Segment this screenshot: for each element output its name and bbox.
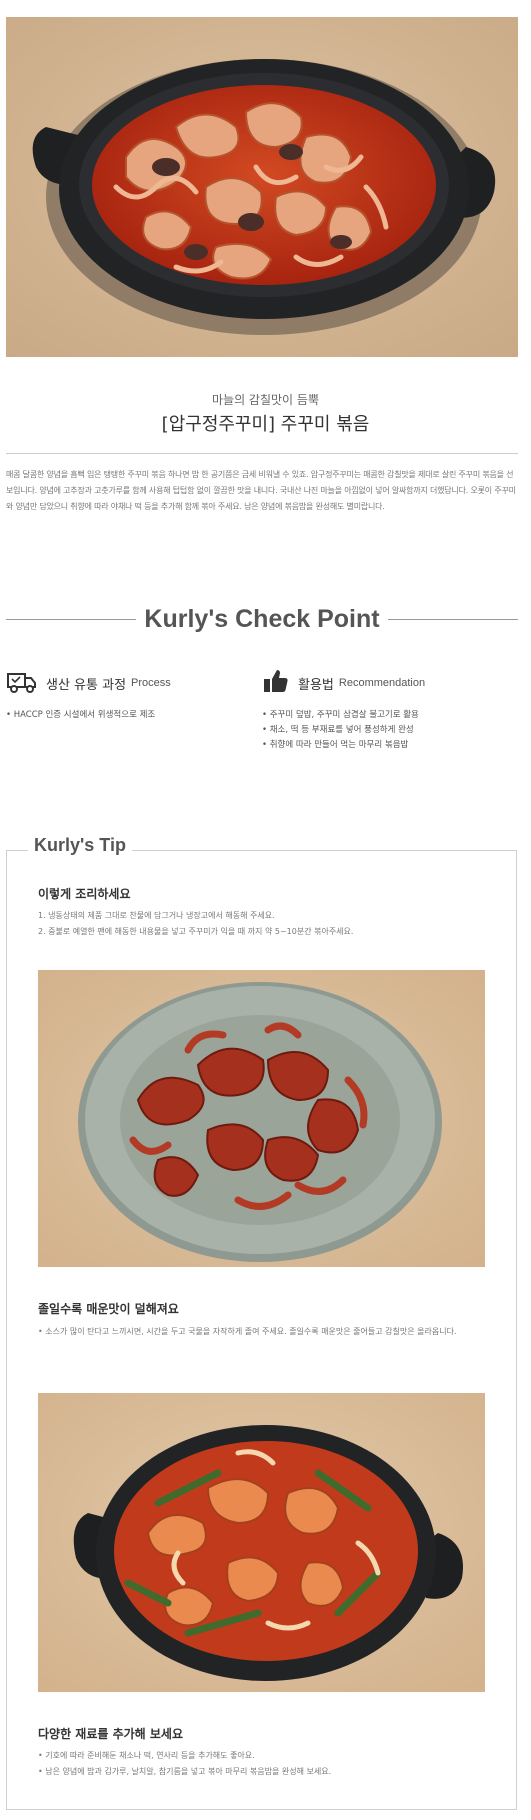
process-title-en: Process xyxy=(131,677,171,689)
product-subtitle: 마늘의 감칠맛이 듬뿍 xyxy=(212,393,319,407)
process-list: • HACCP 인증 시설에서 위생적으로 제조 xyxy=(6,708,246,723)
delivery-truck-icon xyxy=(6,667,38,699)
product-description: 매콤 달콤한 양념을 흠뻑 입은 탱탱한 주꾸미 볶음 하나면 밥 한 공기쯤은… xyxy=(6,470,516,511)
tip-item: 1. 냉동상태의 제품 그대로 찬물에 담그거나 냉장고에서 해동해 주세요. xyxy=(38,911,275,920)
check-point-recommendation: 활용법 Recommendation • 주꾸미 덮밥, 주꾸미 삼겹살 불고기… xyxy=(262,668,522,753)
recommendation-heading: 활용법 Recommendation xyxy=(262,668,522,698)
tip-list-add: • 기호에 따라 준비해둔 채소나 떡, 연사리 등을 추가해도 좋아요. • … xyxy=(38,1748,488,1780)
check-point-header: Kurly's Check Point xyxy=(6,602,519,636)
tip-heading-add: 다양한 재료를 추가해 보세요 xyxy=(38,1727,184,1741)
title-divider xyxy=(6,453,518,454)
tip-list-cooking: 1. 냉동상태의 제품 그대로 찬물에 담그거나 냉장고에서 해동해 주세요. … xyxy=(38,908,488,940)
process-heading: 생산 유통 과정 Process xyxy=(6,668,246,698)
product-title: [압구정주꾸미] 주꾸미 볶음 xyxy=(161,414,370,435)
check-point-line-right xyxy=(387,618,519,620)
tip-item: 2. 중불로 예열한 팬에 해동한 내용물을 넣고 주꾸미가 익을 때 까지 약… xyxy=(38,927,354,936)
recommendation-item: • 채소, 떡 등 부재료를 넣어 풍성하게 완성 xyxy=(262,725,414,735)
check-point-process: 생산 유통 과정 Process • HACCP 인증 시설에서 위생적으로 제… xyxy=(6,668,246,723)
check-point-title: Kurly's Check Point xyxy=(144,604,380,633)
tip-heading-cooking: 이렇게 조리하세요 xyxy=(38,887,131,901)
recommendation-title-en: Recommendation xyxy=(338,677,426,689)
recommendation-list: • 주꾸미 덮밥, 주꾸미 삼겹살 불고기로 활용 • 채소, 떡 등 부재료를… xyxy=(262,708,522,753)
tip-item: • 기호에 따라 준비해둔 채소나 떡, 연사리 등을 추가해도 좋아요. xyxy=(38,1751,255,1760)
hero-product-photo xyxy=(6,17,518,357)
tip-label: Kurly's Tip xyxy=(28,835,132,856)
tip-plate-photo xyxy=(38,970,485,1267)
tip-heading-simmer: 졸일수록 매운맛이 덜해져요 xyxy=(38,1302,179,1316)
check-point-line-left xyxy=(6,618,137,620)
recommendation-item: • 주꾸미 덮밥, 주꾸미 삼겹살 불고기로 활용 xyxy=(262,710,419,720)
process-title-ko: 생산 유통 과정 xyxy=(46,677,127,693)
tip-list-simmer: • 소스가 많이 탄다고 느끼시면, 시간을 두고 국물을 자작하게 졸여 주세… xyxy=(38,1324,488,1340)
thumbs-up-icon xyxy=(262,667,290,699)
tip-item: • 남은 양념에 밥과 김가루, 날치알, 참기름을 넣고 볶아 마무리 볶음밥… xyxy=(38,1767,332,1776)
recommendation-item: • 취향에 따라 만들어 먹는 마무리 볶음밥 xyxy=(262,740,409,750)
tip-pan-photo xyxy=(38,1393,485,1692)
process-item: • HACCP 인증 시설에서 위생적으로 제조 xyxy=(6,710,156,720)
recommendation-title-ko: 활용법 xyxy=(298,677,334,693)
tip-item: • 소스가 많이 탄다고 느끼시면, 시간을 두고 국물을 자작하게 졸여 주세… xyxy=(38,1327,457,1336)
